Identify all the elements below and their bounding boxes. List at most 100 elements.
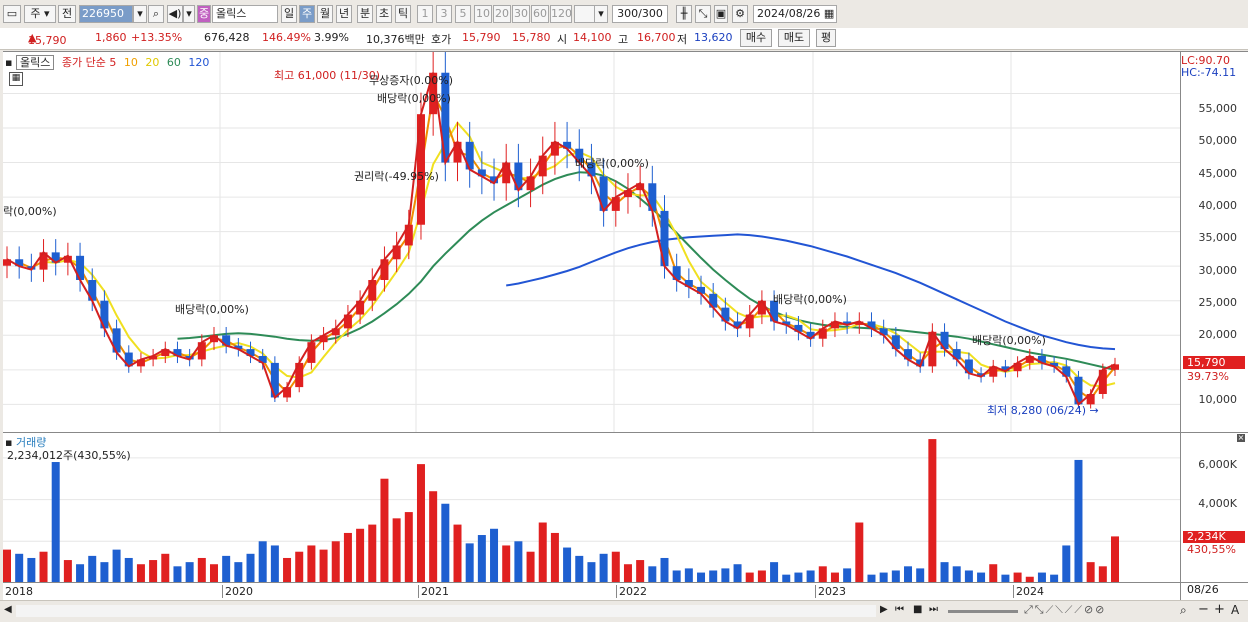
volume-bar — [185, 562, 194, 583]
interval-3[interactable]: 3 — [436, 5, 452, 23]
volume-bar — [989, 564, 998, 583]
interval-dropdown-icon[interactable]: ▾ — [594, 5, 608, 23]
period-tick-tab[interactable]: 틱 — [395, 5, 411, 23]
xlabel-2022: 2022 — [616, 585, 647, 598]
volume-bar — [173, 566, 182, 583]
date-field[interactable]: 2024/08/26 ▦ — [753, 5, 837, 23]
stop-icon[interactable]: ■ — [913, 604, 922, 615]
volume-bar — [1111, 536, 1119, 583]
volume-bar — [429, 491, 438, 583]
legend-ma20: 20 — [145, 56, 160, 69]
time-axis[interactable]: 2018 2020 2021 2022 2023 2024 — [3, 582, 1180, 601]
volume-bar — [575, 555, 584, 583]
ytick-50000: 50,000 — [1198, 134, 1238, 147]
forward-icon[interactable]: ⏭ — [929, 604, 938, 615]
volume-bar — [733, 564, 742, 583]
toolbar: ▭ 주 ▾ 전 226950 ▾ ⌕ ◀) ▾ 중 올릭스 일 주 월 년 분 … — [0, 0, 1248, 29]
legend-ma5: 5 — [109, 56, 117, 69]
search-icon[interactable]: ⌕ — [148, 5, 164, 23]
volume-bar — [1074, 459, 1083, 583]
scroll-left-icon[interactable]: ◀ — [4, 604, 12, 615]
stock-tag[interactable]: 올릭스 — [15, 55, 55, 70]
zoom-in-icon[interactable]: + — [1214, 602, 1225, 617]
volume-bar — [3, 549, 11, 583]
turnover: 3.99% — [314, 31, 349, 44]
volume-bar — [843, 568, 852, 583]
price-chart[interactable] — [3, 48, 1180, 432]
period-week-tab[interactable]: 주 — [299, 5, 315, 23]
period-minute-tab[interactable]: 분 — [357, 5, 373, 23]
code-dropdown-icon[interactable]: ▾ — [133, 5, 147, 23]
period-month-tab[interactable]: 월 — [317, 5, 333, 23]
period-year-tab[interactable]: 년 — [336, 5, 352, 23]
stock-name-field[interactable]: 올릭스 — [212, 5, 278, 23]
volume-bar — [952, 566, 961, 583]
interval-120[interactable]: 120 — [550, 5, 572, 23]
volume-axis[interactable]: × 6,000K 4,000K 2,234K 430,55% — [1180, 432, 1248, 583]
volume-bar — [587, 562, 596, 583]
price-axis[interactable]: LC:90.70 HC:-74.11 55,000 50,000 45,000 … — [1180, 51, 1248, 432]
rewind-icon[interactable]: ⏮ — [895, 604, 904, 615]
xlabel-2024: 2024 — [1013, 585, 1044, 598]
volume-bar — [928, 439, 937, 583]
zoom-icon[interactable]: ⌕ — [1180, 603, 1187, 618]
period-type-select[interactable]: 주 ▾ — [24, 5, 56, 23]
interval-60[interactable]: 60 — [531, 5, 549, 23]
volume-bar — [319, 549, 328, 583]
quote-bar: 15,790 ▲ 1,860 +13.35% 676,428 146.49% 3… — [0, 28, 1248, 50]
code-input[interactable]: 226950 — [79, 5, 133, 23]
volume-bar — [623, 564, 632, 583]
volume-panel: ▪ 거래량 2,234,012주(430,55%) — [3, 432, 1180, 583]
gear-icon[interactable]: ⚙ — [732, 5, 748, 23]
candle-icon[interactable]: ╫ — [676, 5, 692, 23]
low: 13,620 — [694, 31, 733, 44]
scroll-right-icon[interactable]: ▶ — [880, 604, 888, 615]
grid-toggle-icon[interactable]: ▦ — [9, 72, 23, 86]
eval-button[interactable]: 평 — [816, 29, 836, 47]
volume-bar — [149, 560, 158, 583]
drawing-tools-icon[interactable]: ⤢⤡⟋⟍⟋⟋⊘⊘ — [1024, 603, 1106, 617]
sell-button[interactable]: 매도 — [778, 29, 810, 47]
prev-button[interactable]: 전 — [58, 5, 76, 23]
save-icon[interactable]: ▣ — [714, 5, 728, 23]
count-field[interactable]: 300/300 — [612, 5, 668, 23]
volume-bar — [392, 518, 401, 583]
volume-bar — [770, 562, 779, 583]
speaker-icon[interactable]: ◀) — [167, 5, 183, 23]
ma5-line — [6, 72, 1116, 407]
annotation-div-2022: 배당락(0,00%) — [575, 157, 649, 170]
period-day-tab[interactable]: 일 — [281, 5, 297, 23]
interval-5[interactable]: 5 — [455, 5, 471, 23]
volume: 676,428 — [204, 31, 250, 44]
volume-chart[interactable] — [3, 433, 1180, 583]
period-second-tab[interactable]: 초 — [376, 5, 392, 23]
annotation-free-issue: 무상증자(0.00%) — [369, 74, 454, 87]
text-size-icon[interactable]: A — [1231, 603, 1239, 617]
annotation-div-2020b: 배당락(0,00%) — [377, 92, 451, 105]
interval-10[interactable]: 10 — [474, 5, 492, 23]
zoom-out-icon[interactable]: − — [1198, 602, 1209, 617]
volume-bar — [39, 551, 48, 583]
scroll-track[interactable] — [16, 605, 876, 617]
calendar-icon[interactable]: ▦ — [824, 7, 834, 20]
open-label: 시 — [557, 33, 568, 46]
interval-20[interactable]: 20 — [493, 5, 511, 23]
zoom-slider[interactable] — [948, 610, 1018, 613]
volume-bar — [441, 503, 450, 583]
xlabel-2023: 2023 — [815, 585, 846, 598]
volume-bar — [136, 564, 145, 583]
interval-1[interactable]: 1 — [417, 5, 433, 23]
volume-bar — [684, 568, 693, 583]
volume-bar — [368, 524, 377, 583]
volume-bar — [295, 551, 304, 583]
price: 15,790 ▲ — [28, 31, 67, 47]
volume-bar — [246, 553, 255, 583]
crosshair-icon[interactable]: ⤡ — [695, 5, 711, 23]
close-icon[interactable]: × — [1237, 434, 1245, 442]
window-icon[interactable]: ▭ — [3, 5, 21, 23]
speaker-dropdown-icon[interactable]: ▾ — [183, 5, 195, 23]
volume-bar — [940, 562, 949, 583]
interval-30[interactable]: 30 — [512, 5, 530, 23]
volume-bar — [477, 535, 486, 583]
buy-button[interactable]: 매수 — [740, 29, 772, 47]
